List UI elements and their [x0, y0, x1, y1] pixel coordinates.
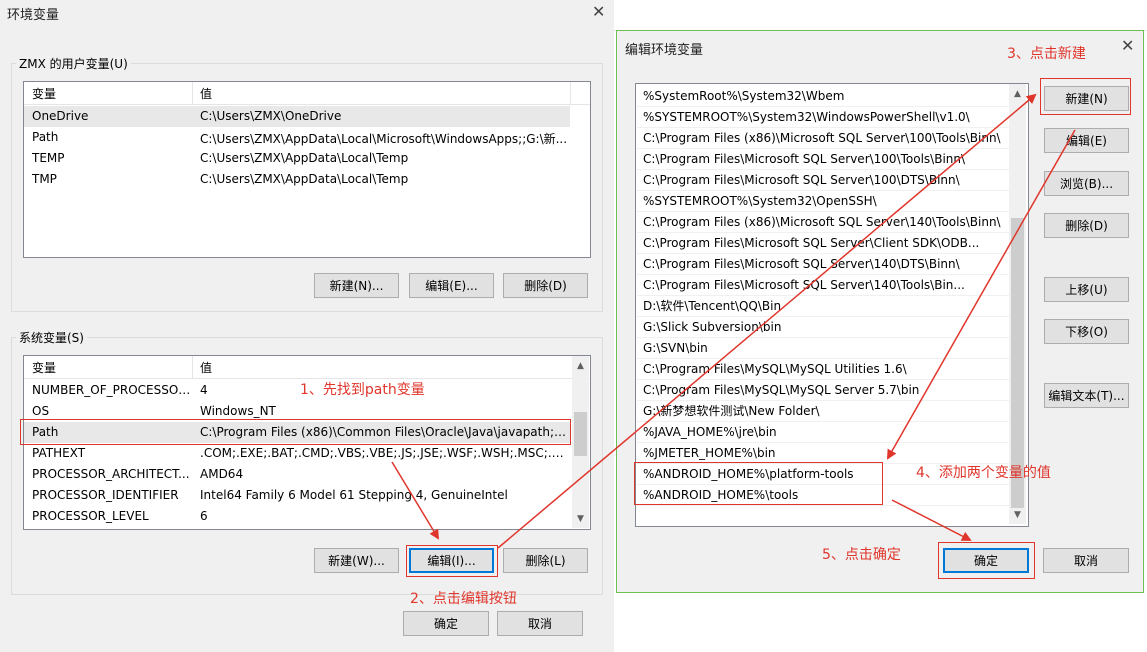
- variable-name: PATHEXT: [32, 446, 86, 460]
- variable-value: Windows_NT: [200, 404, 276, 418]
- path-entry[interactable]: G:\Slick Subversion\bin: [637, 317, 1010, 338]
- variable-value: C:\Users\ZMX\OneDrive: [200, 109, 342, 123]
- scroll-up-icon[interactable]: ▲: [1009, 86, 1026, 103]
- path-entries-list[interactable]: %SystemRoot%\System32\Wbem %SYSTEMROOT%\S…: [635, 83, 1029, 527]
- variable-value: AMD64: [200, 467, 244, 481]
- variable-value: 6: [200, 509, 208, 523]
- scroll-down-icon[interactable]: ▼: [1009, 507, 1026, 524]
- edit-path-button[interactable]: 编辑(E): [1044, 128, 1129, 153]
- user-variables-list[interactable]: 变量 值 OneDrive C:\Users\ZMX\OneDrive Path C:…: [23, 81, 591, 258]
- table-row[interactable]: TMP C:\Users\ZMX\AppData\Local\Temp: [24, 169, 570, 190]
- user-variables-label: ZMX 的用户变量(U): [16, 55, 131, 72]
- dialog-title: 环境变量: [7, 8, 60, 23]
- column-value[interactable]: 值: [200, 85, 212, 102]
- path-entry[interactable]: %JMETER_HOME%\bin: [637, 443, 1010, 464]
- path-entry[interactable]: C:\Program Files\Microsoft SQL Server\Cl…: [637, 233, 1010, 254]
- table-row[interactable]: PROCESSOR_ARCHITECT... AMD64: [24, 464, 570, 485]
- vertical-scrollbar[interactable]: ▲ ▼: [1009, 84, 1026, 524]
- variable-name: PROCESSOR_ARCHITECT...: [32, 467, 190, 481]
- table-row[interactable]: Path C:\Users\ZMX\AppData\Local\Microsoft…: [24, 127, 570, 148]
- table-row[interactable]: NUMBER_OF_PROCESSORS 4: [24, 380, 570, 401]
- system-delete-button[interactable]: 删除(L): [503, 548, 588, 573]
- dialog-title: 编辑环境变量: [625, 43, 704, 58]
- scrollbar-thumb[interactable]: [574, 412, 587, 456]
- annotation-step4: 4、添加两个变量的值: [916, 465, 1051, 481]
- table-row[interactable]: TEMP C:\Users\ZMX\AppData\Local\Temp: [24, 148, 570, 169]
- highlight-android-paths: [634, 462, 883, 505]
- path-entry[interactable]: C:\Program Files\Microsoft SQL Server\14…: [637, 275, 1010, 296]
- close-icon[interactable]: ✕: [592, 2, 605, 21]
- variable-value: .COM;.EXE;.BAT;.CMD;.VBS;.VBE;.JS;.JSE;.…: [200, 446, 568, 460]
- variable-name: PROCESSOR_LEVEL: [32, 509, 149, 523]
- list-header: 变量 值: [24, 82, 590, 105]
- path-entry[interactable]: G:\新梦想软件测试\New Folder\: [637, 401, 1010, 422]
- variable-name: NUMBER_OF_PROCESSORS: [32, 383, 192, 397]
- edit-text-button[interactable]: 编辑文本(T)...: [1044, 383, 1129, 408]
- column-variable[interactable]: 变量: [32, 85, 56, 102]
- path-entry[interactable]: C:\Program Files\MySQL\MySQL Server 5.7\…: [637, 380, 1010, 401]
- column-variable[interactable]: 变量: [32, 359, 56, 376]
- table-row[interactable]: PROCESSOR_LEVEL 6: [24, 506, 570, 527]
- path-entry[interactable]: C:\Program Files\Microsoft SQL Server\10…: [637, 170, 1010, 191]
- path-entry[interactable]: C:\Program Files (x86)\Microsoft SQL Ser…: [637, 128, 1010, 149]
- variable-name: TMP: [32, 172, 57, 186]
- background-window: [614, 0, 1147, 31]
- path-entry[interactable]: G:\SVN\bin: [637, 338, 1010, 359]
- scroll-down-icon[interactable]: ▼: [572, 511, 589, 528]
- highlight-path-row: [20, 419, 571, 445]
- user-delete-button[interactable]: 删除(D): [503, 273, 588, 298]
- variable-value: C:\Users\ZMX\AppData\Local\Microsoft\Win…: [200, 132, 568, 146]
- system-new-button[interactable]: 新建(W)...: [314, 548, 399, 573]
- variable-name: Path: [32, 130, 59, 144]
- variable-name: TEMP: [32, 151, 65, 165]
- annotation-step3: 3、点击新建: [1007, 46, 1086, 62]
- environment-variables-dialog: 环境变量 ✕ ZMX 的用户变量(U) 变量 值 OneDrive C:\User…: [0, 0, 614, 652]
- delete-path-button[interactable]: 删除(D): [1044, 213, 1129, 238]
- close-icon[interactable]: ✕: [1121, 36, 1134, 55]
- vertical-scrollbar[interactable]: ▲ ▼: [572, 356, 589, 528]
- path-entry[interactable]: C:\Program Files\Microsoft SQL Server\10…: [637, 149, 1010, 170]
- move-up-button[interactable]: 上移(U): [1044, 277, 1129, 302]
- left-ok-button[interactable]: 确定: [403, 611, 489, 636]
- system-variables-label: 系统变量(S): [16, 329, 87, 346]
- variable-value: C:\Users\ZMX\AppData\Local\Temp: [200, 172, 409, 186]
- highlight-edit-button: [406, 545, 498, 577]
- table-row[interactable]: OneDrive C:\Users\ZMX\OneDrive: [24, 106, 570, 127]
- path-entry[interactable]: C:\Program Files\Microsoft SQL Server\14…: [637, 254, 1010, 275]
- variable-name: OS: [32, 404, 50, 418]
- annotation-step1: 1、先找到path变量: [300, 382, 425, 398]
- annotation-step2: 2、点击编辑按钮: [410, 591, 517, 607]
- move-down-button[interactable]: 下移(O): [1044, 319, 1129, 344]
- scroll-up-icon[interactable]: ▲: [572, 358, 589, 375]
- variable-name: PROCESSOR_IDENTIFIER: [32, 488, 179, 502]
- column-value[interactable]: 值: [200, 359, 212, 376]
- browse-button[interactable]: 浏览(B)...: [1044, 171, 1129, 196]
- right-cancel-button[interactable]: 取消: [1043, 548, 1129, 573]
- annotation-step5: 5、点击确定: [822, 547, 901, 563]
- table-row[interactable]: PROCESSOR_IDENTIFIER Intel64 Family 6 Mod…: [24, 485, 570, 506]
- list-header: 变量 值: [24, 356, 590, 379]
- path-entry[interactable]: %SYSTEMROOT%\System32\WindowsPowerShell\…: [637, 107, 1010, 128]
- user-edit-button[interactable]: 编辑(E)...: [409, 273, 494, 298]
- variable-value: C:\Users\ZMX\AppData\Local\Temp: [200, 151, 409, 165]
- user-new-button[interactable]: 新建(N)...: [314, 273, 399, 298]
- path-entry[interactable]: C:\Program Files (x86)\Microsoft SQL Ser…: [637, 212, 1010, 233]
- path-entry[interactable]: %JAVA_HOME%\jre\bin: [637, 422, 1010, 443]
- path-entry[interactable]: %SYSTEMROOT%\System32\OpenSSH\: [637, 191, 1010, 212]
- path-entry[interactable]: C:\Program Files\MySQL\MySQL Utilities 1…: [637, 359, 1010, 380]
- highlight-ok-button: [938, 542, 1035, 579]
- path-entry[interactable]: %SystemRoot%\System32\Wbem: [637, 86, 1010, 107]
- table-row[interactable]: PATHEXT .COM;.EXE;.BAT;.CMD;.VBS;.VBE;.JS…: [24, 443, 570, 464]
- path-entry[interactable]: D:\软件\Tencent\QQ\Bin: [637, 296, 1010, 317]
- left-cancel-button[interactable]: 取消: [497, 611, 583, 636]
- variable-name: OneDrive: [32, 109, 89, 123]
- variable-value: Intel64 Family 6 Model 61 Stepping 4, Ge…: [200, 488, 508, 502]
- highlight-new-button: [1040, 78, 1131, 115]
